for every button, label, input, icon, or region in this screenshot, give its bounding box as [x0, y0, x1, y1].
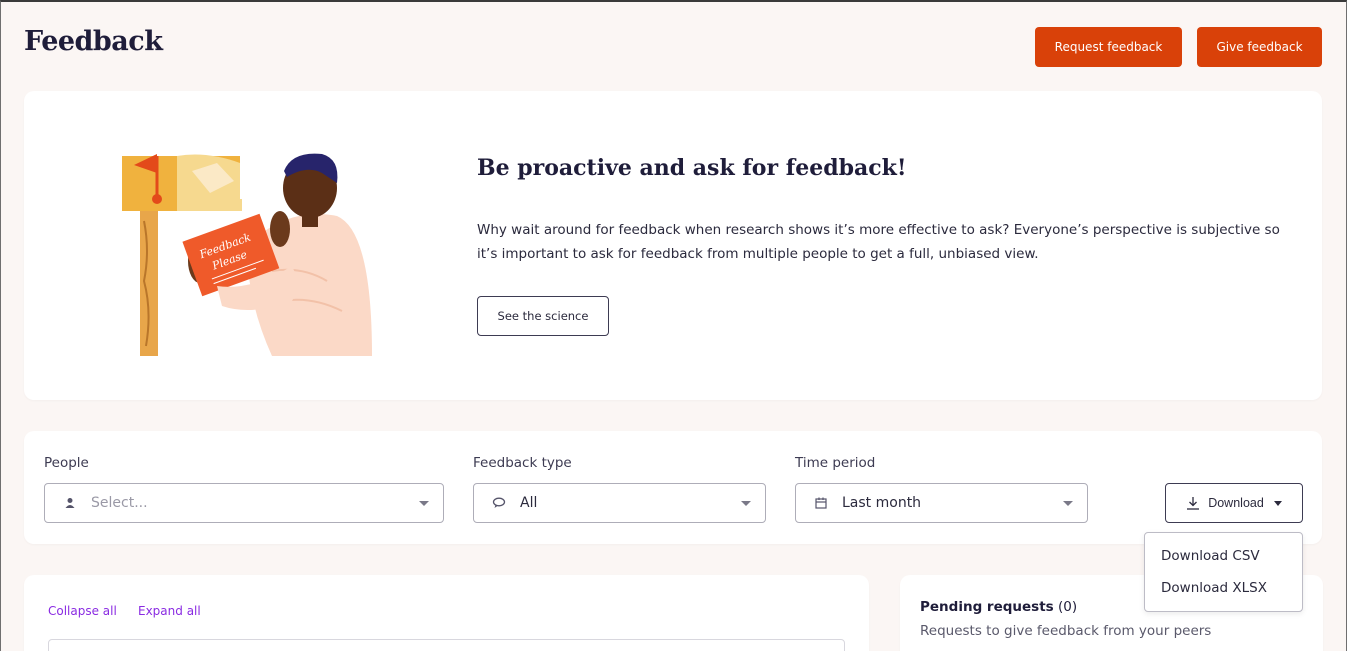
feedback-type-select[interactable]: All: [473, 483, 766, 523]
collapse-all-link[interactable]: Collapse all: [48, 604, 117, 618]
feedback-list-card: Collapse all Expand all: [24, 575, 869, 651]
chevron-down-icon: [1063, 501, 1073, 506]
hero-description: Why wait around for feedback when resear…: [477, 222, 1280, 262]
page-title: Feedback: [24, 26, 163, 57]
hero-card: Feedback Please Be proactive and ask for…: [24, 91, 1322, 400]
chat-bubble-icon: [492, 496, 506, 510]
page-header: Feedback Request feedback Give feedback: [1, 2, 1346, 90]
calendar-icon: [814, 496, 828, 510]
request-feedback-button[interactable]: Request feedback: [1035, 27, 1182, 67]
download-menu: Download CSV Download XLSX: [1144, 532, 1303, 612]
filters-card: People Select... Feedback type All Time …: [24, 431, 1322, 544]
see-the-science-button[interactable]: See the science: [477, 296, 609, 336]
caret-down-icon: [1273, 500, 1282, 506]
hero-title: Be proactive and ask for feedback!: [477, 155, 907, 181]
download-csv-option[interactable]: Download CSV: [1161, 548, 1260, 564]
pending-requests-subtitle: Requests to give feedback from your peer…: [920, 623, 1212, 639]
download-icon: [1186, 496, 1200, 510]
mailbox-person-illustration: Feedback Please: [122, 153, 372, 356]
feedback-type-value: All: [520, 495, 538, 511]
people-placeholder: Select...: [91, 495, 148, 511]
give-feedback-button[interactable]: Give feedback: [1197, 27, 1322, 67]
download-xlsx-option[interactable]: Download XLSX: [1161, 580, 1267, 596]
expand-all-link[interactable]: Expand all: [138, 604, 201, 618]
time-period-label: Time period: [795, 455, 876, 471]
pending-requests-label: Pending requests: [920, 599, 1054, 615]
list-item[interactable]: [48, 639, 845, 651]
time-period-value: Last month: [842, 495, 922, 511]
chevron-down-icon: [741, 501, 751, 506]
download-button[interactable]: Download: [1165, 483, 1303, 523]
feedback-type-label: Feedback type: [473, 455, 572, 471]
chevron-down-icon: [419, 501, 429, 506]
pending-requests-count: (0): [1058, 599, 1078, 615]
pending-requests-title: Pending requests (0): [920, 599, 1077, 615]
people-select[interactable]: Select...: [44, 483, 444, 523]
people-label: People: [44, 455, 89, 471]
time-period-select[interactable]: Last month: [795, 483, 1088, 523]
person-icon: [63, 496, 77, 510]
download-button-label: Download: [1208, 496, 1264, 510]
